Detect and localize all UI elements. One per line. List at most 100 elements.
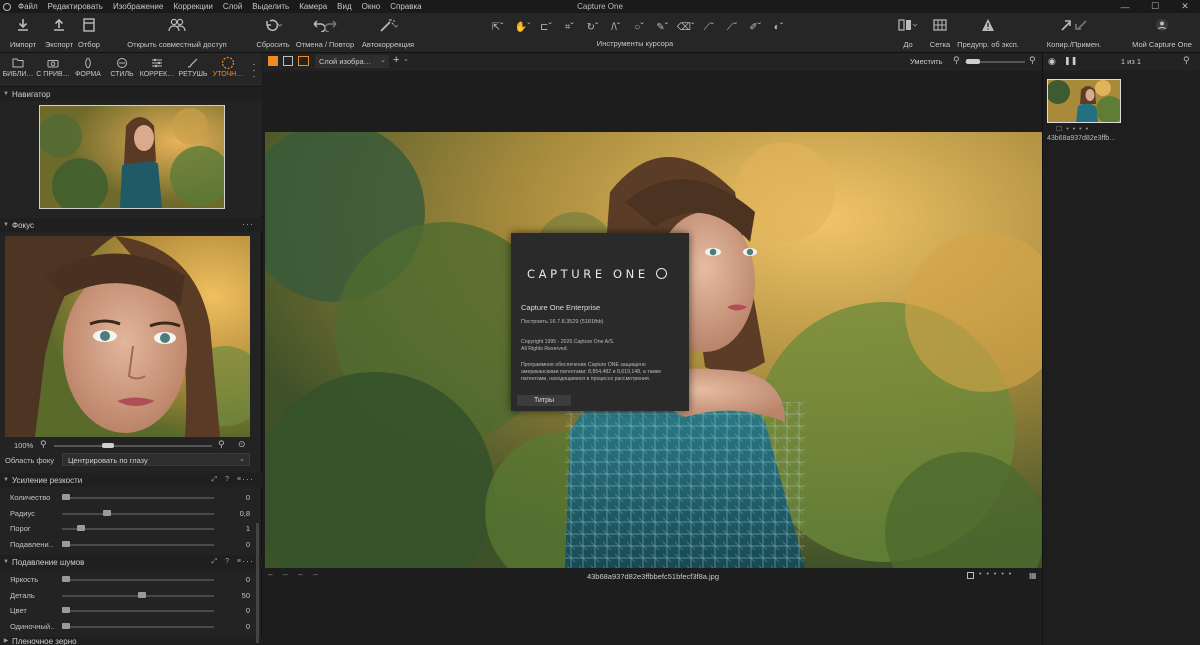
copy-apply-button[interactable]: Копир./Примен.	[1044, 13, 1104, 53]
sharpening-header[interactable]: ▼ Усиление резкости ⤢ ? ≡ ···	[0, 473, 262, 487]
film-grain-header[interactable]: ▶ Пленочное зерно	[0, 637, 262, 645]
focus-picker-icon[interactable]: ⊙	[238, 439, 246, 450]
zoom-out-icon[interactable]: ⚲	[953, 55, 960, 66]
crop-icon[interactable]: ⊏ˇ	[536, 22, 555, 33]
menu-image[interactable]: Изображение	[108, 0, 168, 13]
minimize-icon[interactable]: —	[1110, 0, 1140, 13]
tab-library[interactable]: БИБЛИ…	[0, 55, 36, 85]
menu-help[interactable]: Справка	[385, 0, 426, 13]
panel-actions-icon[interactable]: ⤢ ? ≡	[212, 473, 244, 487]
credits-button[interactable]: Титры	[517, 395, 571, 406]
tab-capture[interactable]: С ПРИВ…	[35, 55, 71, 85]
sharpening-slider-knob[interactable]	[103, 509, 112, 516]
menu-camera[interactable]: Камера	[294, 0, 332, 13]
sort-icon[interactable]: ❚❚	[1064, 56, 1077, 65]
brush-tool-icon[interactable]: ✎ˇ	[653, 22, 672, 33]
menu-adjustments[interactable]: Коррекции	[168, 0, 217, 13]
exposure-warning-button[interactable]: Предупр. об эксп.	[956, 13, 1020, 53]
before-button[interactable]: До	[890, 13, 926, 53]
import-button[interactable]: Импорт	[6, 13, 40, 53]
layer-dropdown[interactable]: Слой изобра… ⌄	[315, 55, 389, 68]
picker-icon[interactable]: ⟋ˇ	[699, 22, 718, 33]
focus-zoom-slider[interactable]	[54, 445, 212, 447]
noise-slider-knob[interactable]	[62, 576, 70, 582]
more-options-icon[interactable]: ···	[242, 218, 254, 230]
search-icon[interactable]: ⚲	[1183, 55, 1190, 66]
noise-slider-value[interactable]: 0	[220, 575, 250, 584]
autocorrect-button[interactable]: Автокоррекция	[358, 13, 418, 53]
my-capture-one-button[interactable]: Мой Capture One	[1128, 13, 1196, 53]
viewer-zoom-knob[interactable]	[966, 59, 980, 64]
menu-layer[interactable]: Слой	[218, 0, 247, 13]
noise-slider-track[interactable]	[62, 625, 214, 628]
eye-icon[interactable]: ◉	[1048, 56, 1056, 67]
noise-slider-knob[interactable]	[62, 622, 70, 629]
sharpening-slider-track[interactable]	[62, 543, 214, 546]
sharpening-slider-value[interactable]: 1	[220, 524, 250, 533]
chevron-down-icon[interactable]: ⌄	[403, 55, 409, 63]
menu-edit[interactable]: Редактировать	[43, 0, 108, 13]
noise-slider-knob[interactable]	[62, 607, 70, 613]
sharpening-slider-knob[interactable]	[62, 494, 70, 500]
more-tabs-icon[interactable]: · · ·	[250, 60, 258, 81]
thumbnail[interactable]	[1047, 79, 1121, 123]
share-button[interactable]: Открыть совместный доступ	[126, 13, 228, 53]
focus-zoom-knob[interactable]	[102, 443, 114, 448]
noise-slider-value[interactable]: 0	[220, 622, 250, 631]
annotate-icon[interactable]: ✐ˇ	[746, 22, 765, 33]
noise-slider-knob[interactable]	[138, 591, 146, 598]
keystone-icon[interactable]: /\ˇ	[606, 22, 625, 33]
sharpening-slider-track[interactable]	[62, 512, 214, 515]
sharpening-slider-value[interactable]: 0	[220, 540, 250, 549]
focus-header[interactable]: ▼ Фокус ···	[0, 218, 262, 232]
tab-retouch[interactable]: РЕТУШЬ	[175, 55, 211, 85]
navigator-thumbnail[interactable]	[39, 105, 225, 209]
noise-slider-value[interactable]: 50	[220, 591, 250, 600]
noise-header[interactable]: ▼ Подавление шумов ⤢ ? ≡ ···	[0, 555, 262, 569]
sharpening-slider-track[interactable]	[62, 497, 214, 499]
focus-area-dropdown[interactable]: Центрировать по глазу ⌄	[62, 453, 250, 466]
grid-view-icon[interactable]	[268, 56, 278, 66]
proof-view-icon[interactable]	[298, 56, 309, 66]
noise-slider-track[interactable]	[62, 610, 214, 612]
grid-button[interactable]: Сетка	[926, 13, 954, 53]
noise-slider-track[interactable]	[62, 579, 214, 581]
more-options-icon[interactable]: ···	[242, 555, 254, 567]
color-picker-icon[interactable]: ◐ˇ	[769, 22, 788, 33]
focus-preview[interactable]	[5, 236, 250, 437]
zoom-in-icon[interactable]: ⚲	[218, 439, 225, 450]
pan-hand-icon[interactable]: ✋ˇ	[513, 22, 532, 33]
eraser-icon[interactable]: ⌫ˇ	[676, 22, 695, 33]
fit-label[interactable]: Уместить	[910, 57, 942, 66]
undo-redo-button[interactable]: Отмена / Повтор	[294, 13, 356, 53]
crop-frame-icon[interactable]: ⌗ˇ	[560, 22, 579, 33]
color-tag-icon[interactable]	[967, 572, 974, 579]
single-view-icon[interactable]	[283, 56, 293, 66]
tab-refine[interactable]: УТОЧН…	[210, 55, 246, 85]
zoom-out-icon[interactable]: ⚲	[40, 439, 47, 450]
tab-adjustments[interactable]: КОРРЕК…	[139, 55, 175, 85]
noise-slider-value[interactable]: 0	[220, 606, 250, 615]
panel-actions-icon[interactable]: ⤢ ? ≡	[212, 555, 244, 569]
menu-file[interactable]: Файл	[13, 0, 43, 13]
export-button[interactable]: Экспорт	[42, 13, 76, 53]
pointer-icon[interactable]: ⇱ˇ	[486, 22, 509, 33]
tab-shape[interactable]: ФОРМА	[70, 55, 106, 85]
menu-view[interactable]: Вид	[332, 0, 356, 13]
gradient-icon[interactable]: ⟋ˇ	[722, 22, 741, 33]
reset-button[interactable]: Сбросить	[254, 13, 292, 53]
grid-toggle-icon[interactable]: ▦	[1029, 571, 1037, 580]
sharpening-slider-value[interactable]: 0,8	[220, 509, 250, 518]
select-button[interactable]: Отбор	[74, 13, 104, 53]
rotate-icon[interactable]: ↻ˇ	[583, 22, 602, 33]
sharpening-slider-knob[interactable]	[62, 540, 70, 547]
sharpening-slider-value[interactable]: 0	[220, 493, 250, 502]
menu-window[interactable]: Окно	[357, 0, 386, 13]
maximize-icon[interactable]: ☐	[1140, 0, 1170, 13]
navigator-header[interactable]: ▼ Навигатор	[0, 87, 262, 101]
thumbnail-rating[interactable]: ☐••••	[1056, 125, 1126, 133]
scrollbar[interactable]	[256, 523, 259, 643]
zoom-in-icon[interactable]: ⚲	[1029, 55, 1036, 66]
tab-style[interactable]: СТИЛЬ	[104, 55, 140, 85]
add-layer-icon[interactable]: +	[393, 54, 399, 66]
